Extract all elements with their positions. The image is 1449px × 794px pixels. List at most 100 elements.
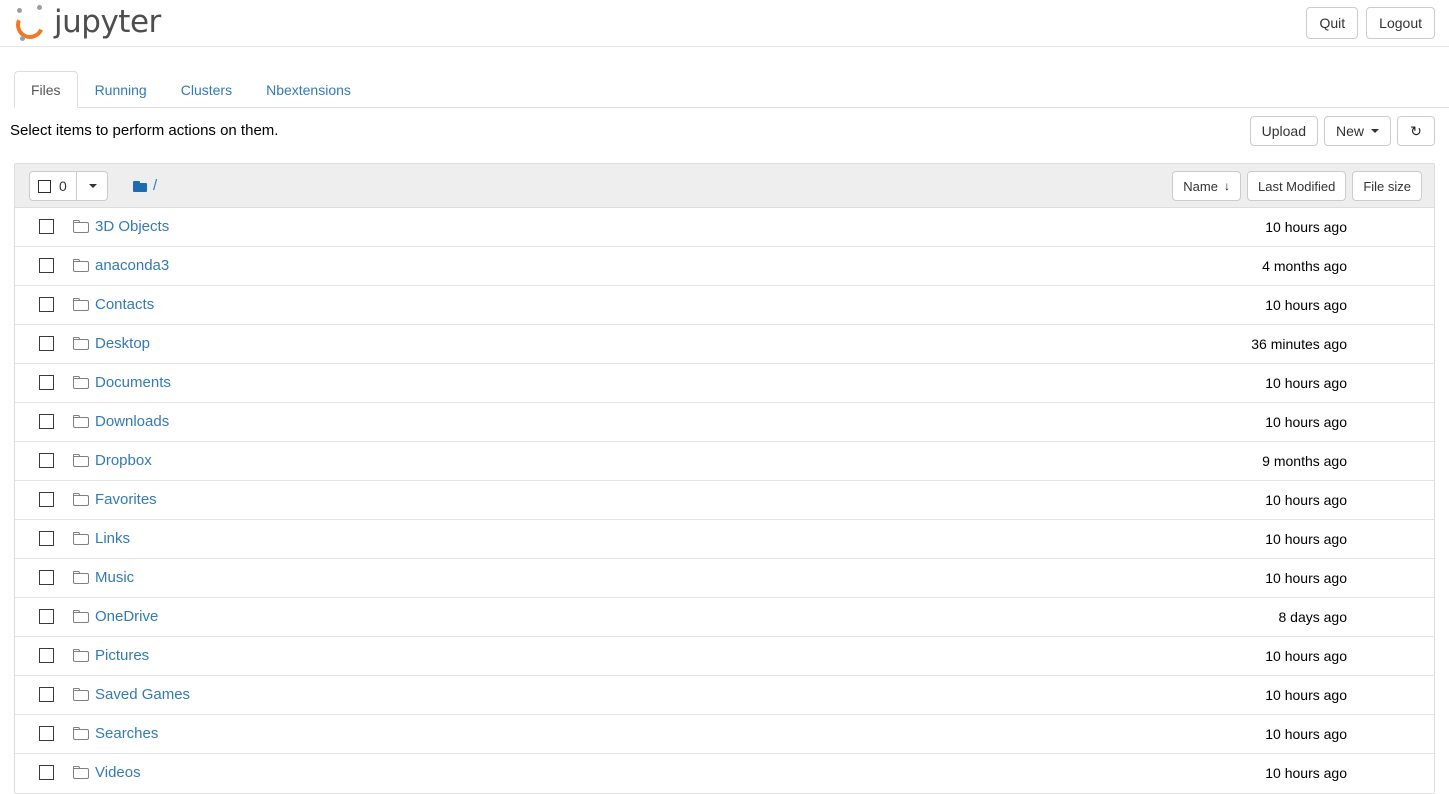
brand-text: jupyter [54,4,161,40]
file-name-link[interactable]: Videos [95,763,141,783]
new-button[interactable]: New [1323,116,1391,146]
folder-icon [73,454,90,468]
folder-icon [73,688,90,702]
folder-icon [73,649,90,663]
row-checkbox[interactable] [39,648,54,663]
row-checkbox[interactable] [39,414,54,429]
file-name-link[interactable]: Downloads [95,412,169,432]
file-name-link[interactable]: Favorites [95,490,157,510]
file-name-link[interactable]: Links [95,529,130,549]
file-name-link[interactable]: Music [95,568,134,588]
refresh-button[interactable]: ↻ [1397,116,1435,146]
folder-icon [73,766,90,780]
quit-button[interactable]: Quit [1306,7,1359,39]
file-name-link[interactable]: Documents [95,373,171,393]
logout-button[interactable]: Logout [1366,7,1435,39]
page-header: jupyter Quit Logout [0,0,1449,47]
jupyter-brand[interactable]: jupyter [11,2,161,44]
file-modified: 36 minutes ago [1251,336,1347,352]
file-modified: 10 hours ago [1265,531,1347,547]
chevron-down-icon [1371,129,1379,133]
row-checkbox[interactable] [39,570,54,585]
tab-running-link[interactable]: Running [78,71,164,108]
folder-icon [73,727,90,741]
row-checkbox[interactable] [39,492,54,507]
tab-clusters[interactable]: Clusters [164,71,249,108]
breadcrumb-root-link[interactable]: / [153,177,157,195]
row-checkbox[interactable] [39,765,54,780]
tab-bar-wrapper: Files Running Clusters Nbextensions [0,71,1449,108]
file-modified: 9 months ago [1262,453,1347,469]
upload-button[interactable]: Upload [1249,116,1318,146]
row-checkbox[interactable] [39,297,54,312]
file-name-link[interactable]: Contacts [95,295,154,315]
sort-by-name-label: Name [1183,178,1218,194]
row-checkbox[interactable] [39,219,54,234]
table-row[interactable]: anaconda3 4 months ago [15,247,1434,286]
arrow-down-icon: ↓ [1223,179,1230,193]
row-checkbox[interactable] [39,453,54,468]
folder-icon [133,180,148,192]
table-row[interactable]: Downloads 10 hours ago [15,403,1434,442]
row-checkbox[interactable] [39,726,54,741]
sort-by-last-modified-label: Last Modified [1257,178,1336,194]
upload-button-label: Upload [1261,123,1306,139]
jupyter-logo-icon [11,3,49,44]
file-name-link[interactable]: OneDrive [95,607,158,627]
row-checkbox[interactable] [39,531,54,546]
table-row[interactable]: OneDrive 8 days ago [15,598,1434,637]
table-row[interactable]: Links 10 hours ago [15,520,1434,559]
action-button-group: Upload New ↻ [1249,116,1435,146]
row-checkbox[interactable] [39,609,54,624]
action-bar: Select items to perform actions on them.… [0,116,1449,154]
tab-nbextensions[interactable]: Nbextensions [249,71,368,108]
file-modified: 10 hours ago [1265,492,1347,508]
table-row[interactable]: Searches 10 hours ago [15,715,1434,754]
file-list-toolbar: 0 / Name ↓ Last Modified File size [15,164,1434,208]
chevron-down-icon [88,184,97,188]
table-row[interactable]: Favorites 10 hours ago [15,481,1434,520]
select-dropdown-button[interactable] [76,171,108,201]
sort-by-last-modified-button[interactable]: Last Modified [1246,171,1347,201]
sort-by-name-button[interactable]: Name ↓ [1172,171,1241,201]
table-row[interactable]: Videos 10 hours ago [15,754,1434,793]
file-name-link[interactable]: Searches [95,724,158,744]
tab-clusters-link[interactable]: Clusters [164,71,249,108]
checkbox-icon[interactable] [38,179,51,193]
sort-by-file-size-button[interactable]: File size [1352,171,1422,201]
tab-files[interactable]: Files [14,71,78,108]
file-modified: 8 days ago [1278,609,1348,625]
breadcrumb[interactable]: / [133,177,157,195]
table-row[interactable]: Dropbox 9 months ago [15,442,1434,481]
folder-icon [73,415,90,429]
tab-nbextensions-link[interactable]: Nbextensions [249,71,368,108]
select-all-button[interactable]: 0 [29,171,77,201]
folder-icon [73,493,90,507]
table-row[interactable]: Music 10 hours ago [15,559,1434,598]
file-list: 3D Objects 10 hours ago anaconda3 4 months … [15,208,1434,793]
file-name-link[interactable]: Saved Games [95,685,190,705]
row-checkbox[interactable] [39,336,54,351]
table-row[interactable]: Pictures 10 hours ago [15,637,1434,676]
table-row[interactable]: Saved Games 10 hours ago [15,676,1434,715]
table-row[interactable]: Contacts 10 hours ago [15,286,1434,325]
row-checkbox[interactable] [39,375,54,390]
tab-files-link[interactable]: Files [14,71,78,108]
file-name-link[interactable]: anaconda3 [95,256,169,276]
file-modified: 4 months ago [1262,258,1347,274]
row-checkbox[interactable] [39,258,54,273]
file-modified: 10 hours ago [1265,765,1347,781]
file-name-link[interactable]: Desktop [95,334,150,354]
folder-icon [73,337,90,351]
file-modified: 10 hours ago [1265,375,1347,391]
tab-running[interactable]: Running [78,71,164,108]
row-checkbox[interactable] [39,687,54,702]
table-row[interactable]: 3D Objects 10 hours ago [15,208,1434,247]
selection-hint-text: Select items to perform actions on them. [10,122,279,139]
table-row[interactable]: Desktop 36 minutes ago [15,325,1434,364]
folder-icon [73,259,90,273]
file-name-link[interactable]: 3D Objects [95,217,169,237]
table-row[interactable]: Documents 10 hours ago [15,364,1434,403]
file-name-link[interactable]: Pictures [95,646,149,666]
file-name-link[interactable]: Dropbox [95,451,152,471]
